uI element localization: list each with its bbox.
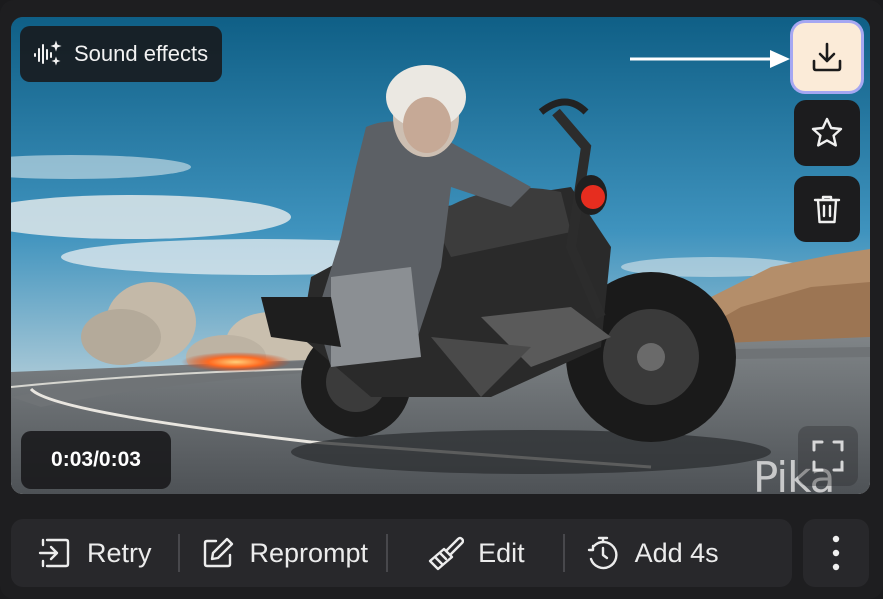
video-player[interactable]: Pika (11, 17, 870, 494)
more-vertical-icon (832, 535, 840, 571)
retry-label: Retry (87, 537, 152, 568)
more-options-button[interactable] (803, 519, 869, 587)
delete-button[interactable] (794, 176, 860, 242)
download-icon (812, 42, 842, 72)
star-icon (811, 117, 843, 147)
download-button[interactable] (793, 23, 861, 91)
brush-icon (426, 535, 465, 571)
trash-icon (813, 195, 841, 224)
retry-icon (37, 535, 73, 571)
add-4s-button[interactable]: Add 4s (565, 519, 733, 587)
timecode: 0:03/0:03 (21, 431, 171, 489)
reprompt-label: Reprompt (249, 537, 369, 568)
reprompt-button[interactable]: Reprompt (180, 519, 387, 587)
fullscreen-button[interactable] (798, 426, 858, 486)
sound-effects-label: Sound effects (74, 41, 209, 66)
pointer-arrow (630, 50, 790, 68)
timer-add-icon (585, 535, 621, 571)
retry-button[interactable]: Retry (11, 519, 178, 587)
video-frame (11, 17, 870, 494)
edit-label: Edit (478, 537, 525, 568)
video-card: Pika Sound effects 0:03/0:03 Retry Repro… (0, 0, 883, 599)
expand-icon (812, 440, 844, 472)
pencil-square-icon (200, 535, 236, 571)
sound-wave-sparkle-icon (32, 39, 62, 69)
add-4s-label: Add 4s (634, 537, 719, 568)
favorite-button[interactable] (794, 100, 860, 166)
edit-button[interactable]: Edit (388, 519, 563, 587)
sound-effects-button[interactable]: Sound effects (20, 26, 223, 82)
action-toolbar: Retry Reprompt Edit Add 4s (11, 519, 792, 587)
